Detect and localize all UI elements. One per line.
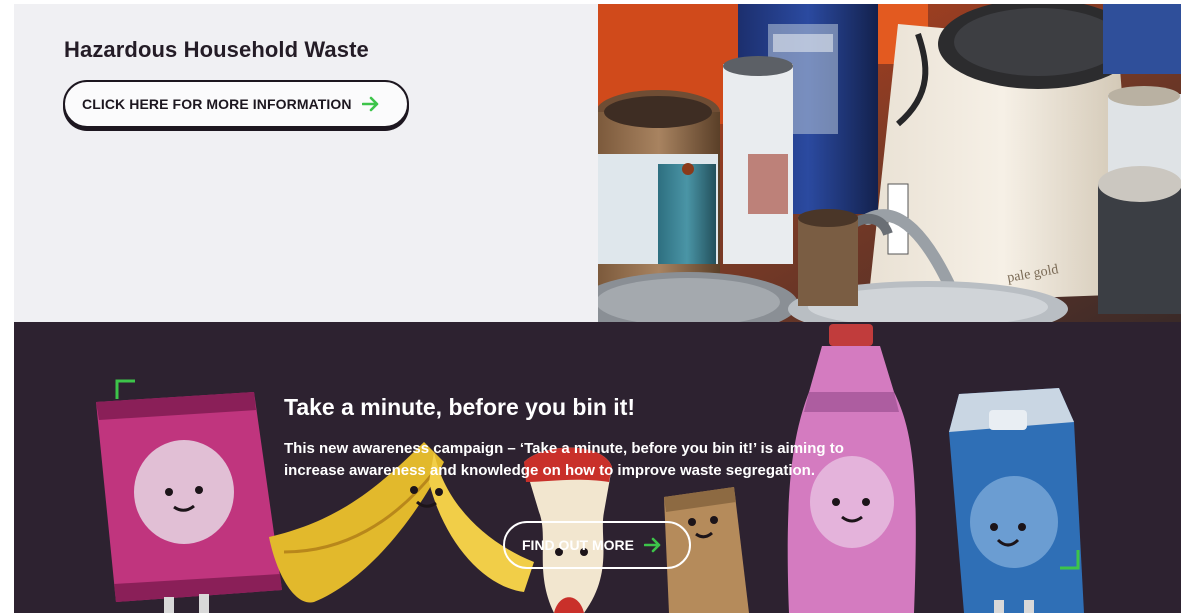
corner-bracket-top-left-icon bbox=[115, 379, 135, 399]
more-information-button-label: CLICK HERE FOR MORE INFORMATION bbox=[82, 96, 352, 112]
crisp-packet-character bbox=[96, 392, 282, 613]
find-out-more-button-label: FIND OUT MORE bbox=[522, 537, 634, 553]
paint-cans-illustration: pale gold bbox=[598, 4, 1181, 322]
hazardous-waste-panel: Hazardous Household Waste CLICK HERE FOR… bbox=[14, 4, 598, 322]
hazardous-waste-title: Hazardous Household Waste bbox=[64, 37, 369, 62]
campaign-title: Take a minute, before you bin it! bbox=[284, 394, 636, 420]
corner-bracket-bottom-right-icon bbox=[1060, 550, 1080, 570]
hazardous-waste-section: Hazardous Household Waste CLICK HERE FOR… bbox=[14, 4, 1181, 322]
more-information-button[interactable]: CLICK HERE FOR MORE INFORMATION bbox=[63, 80, 409, 128]
campaign-description: This new awareness campaign – ‘Take a mi… bbox=[284, 440, 844, 479]
find-out-more-button[interactable]: FIND OUT MORE bbox=[503, 521, 691, 569]
paint-cans-image: pale gold bbox=[598, 4, 1181, 322]
arrow-right-icon bbox=[361, 96, 380, 112]
arrow-right-icon bbox=[644, 537, 662, 553]
campaign-banner: Take a minute, before you bin it! This n… bbox=[14, 322, 1181, 613]
milk-carton-character bbox=[949, 388, 1084, 613]
